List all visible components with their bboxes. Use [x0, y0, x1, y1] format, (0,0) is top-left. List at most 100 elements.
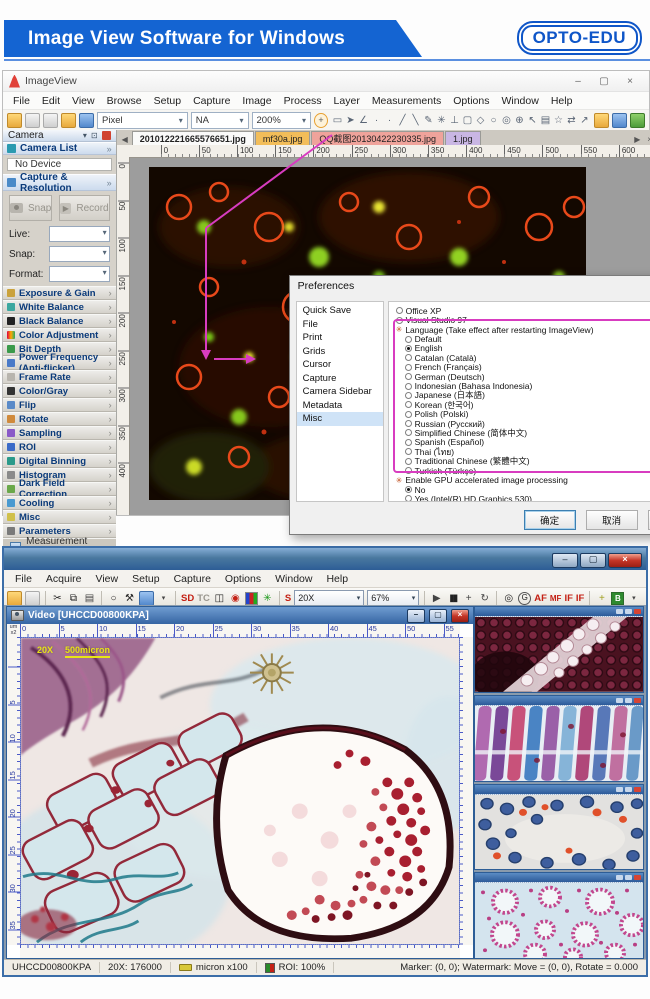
save-icon[interactable]: [25, 113, 40, 128]
sidebar-section-header[interactable]: Frame Rate: [3, 370, 116, 384]
tool-icon[interactable]: ◇: [474, 115, 487, 126]
maximize-icon[interactable]: ▢: [591, 76, 617, 87]
sidebar-section-header[interactable]: Sampling: [3, 426, 116, 440]
tool-icon[interactable]: ⊕: [513, 115, 526, 126]
close-icon[interactable]: ×: [617, 76, 643, 87]
tool-icon[interactable]: ▢: [461, 115, 474, 126]
close-icon[interactable]: ×: [608, 552, 642, 568]
thumbnail-image-fibers[interactable]: [475, 704, 643, 781]
gps-icon[interactable]: G: [518, 591, 532, 605]
panel-close-icon[interactable]: [101, 131, 111, 140]
video-viewport[interactable]: 20X 500micron: [20, 637, 460, 945]
gpu-radio-row[interactable]: Yes (Intel(R) HD Graphics 530): [396, 494, 650, 501]
menu-item[interactable]: Browse: [101, 95, 148, 107]
menu-item[interactable]: View: [66, 95, 101, 107]
language-radio-row[interactable]: German (Deutsch): [396, 372, 650, 382]
tool-icon[interactable]: ○: [487, 115, 500, 126]
style-radio-row[interactable]: Office XP: [395, 306, 650, 316]
color-select-icon[interactable]: [244, 591, 258, 605]
tab-prev-icon[interactable]: ◀: [119, 135, 131, 145]
video-titlebar[interactable]: Video [UHCCD00800KPA] – ▢ ×: [7, 607, 473, 624]
sidebar-section-header[interactable]: Rotate: [3, 412, 116, 426]
tab-next-icon[interactable]: ▶: [631, 135, 643, 145]
preferences-nav-item[interactable]: Camera Sidebar: [297, 385, 383, 399]
no-device-item[interactable]: No Device: [7, 158, 112, 171]
camera-list-header[interactable]: Camera List: [3, 142, 116, 155]
preferences-titlebar[interactable]: Preferences ×: [290, 276, 650, 296]
sidebar-section-header[interactable]: Color/Gray: [3, 384, 116, 398]
mf-button[interactable]: MF: [550, 594, 562, 603]
maximize-icon[interactable]: [625, 697, 632, 703]
preferences-nav-item[interactable]: Capture: [297, 372, 383, 386]
batch-icon[interactable]: B: [611, 591, 625, 605]
export-icon[interactable]: [612, 113, 627, 128]
sidebar-section-header[interactable]: Misc: [3, 510, 116, 524]
menu-item[interactable]: Setup: [125, 573, 166, 585]
language-radio-row[interactable]: Polish (Polski): [396, 409, 650, 419]
menu-item[interactable]: Acquire: [39, 573, 89, 585]
maximize-icon[interactable]: ▢: [429, 608, 447, 623]
tool-icon[interactable]: ➤: [344, 115, 357, 126]
tool-icon[interactable]: ✳: [435, 115, 448, 126]
language-radio-row[interactable]: Default: [396, 334, 650, 344]
preferences-nav-item[interactable]: Metadata: [297, 399, 383, 413]
menu-item[interactable]: Layer: [328, 95, 366, 107]
snap-resolution-select[interactable]: [49, 246, 110, 262]
menu-item[interactable]: Options: [218, 573, 268, 585]
tool-icon[interactable]: ·: [383, 115, 396, 126]
cut-icon[interactable]: ✂: [51, 593, 64, 604]
minimize-icon[interactable]: –: [407, 608, 425, 623]
tools-icon[interactable]: ⚒: [123, 593, 136, 604]
capture-titlebar[interactable]: – ▢ ×: [4, 548, 646, 570]
tool-icon[interactable]: ↖: [526, 115, 539, 126]
language-radio-row[interactable]: Turkish (Türkçe): [396, 466, 650, 476]
sidebar-section-header[interactable]: Digital Binning: [3, 454, 116, 468]
thumbnail-image-cells[interactable]: [475, 793, 643, 870]
tab-close-icon[interactable]: ×: [644, 135, 650, 145]
format-select[interactable]: [49, 266, 110, 282]
menu-item[interactable]: Help: [545, 95, 579, 107]
open-icon[interactable]: [7, 113, 22, 128]
language-radio-row[interactable]: Korean (한국어): [396, 400, 650, 410]
preferences-nav-item[interactable]: Quick Save: [297, 304, 383, 318]
menu-item[interactable]: Window: [268, 573, 319, 585]
thumbnail-titlebar[interactable]: [475, 695, 643, 705]
language-radio-row[interactable]: Catalan (Català): [396, 353, 650, 363]
tool-icon[interactable]: ▭: [331, 115, 344, 126]
objective-select[interactable]: NA ▾: [190, 112, 249, 129]
copy-icon[interactable]: ⧉: [67, 593, 80, 604]
language-radio-row[interactable]: Traditional Chinese (繁體中文): [396, 456, 650, 466]
tool-icon[interactable]: ↗: [578, 115, 591, 126]
image-tab[interactable]: 1.jpg: [444, 131, 481, 145]
sidebar-section-header[interactable]: White Balance: [3, 300, 116, 314]
save-icon[interactable]: [25, 590, 40, 606]
zoom-select[interactable]: 67% ▾: [367, 590, 420, 606]
thumbnail-image-stem[interactable]: [475, 616, 643, 692]
minimize-icon[interactable]: [616, 875, 623, 881]
minimize-icon[interactable]: –: [565, 76, 591, 87]
preferences-nav-item[interactable]: Cursor: [297, 358, 383, 372]
style-radio-row[interactable]: Visual Studio 97: [395, 315, 650, 325]
align-icon[interactable]: +: [595, 593, 608, 604]
imageview-titlebar[interactable]: ImageView – ▢ ×: [3, 71, 649, 92]
close-icon[interactable]: [634, 609, 641, 614]
menu-item[interactable]: Capture: [187, 95, 236, 107]
if-button[interactable]: IF: [564, 593, 572, 604]
gpu-radio-row[interactable]: No: [396, 485, 650, 495]
chevron-down-icon[interactable]: ▾: [627, 594, 640, 602]
move-icon[interactable]: +: [462, 593, 475, 604]
tool-icon[interactable]: ·: [370, 115, 383, 126]
layers-icon[interactable]: [594, 113, 609, 128]
tool-icon[interactable]: ▤: [539, 115, 552, 126]
menu-item[interactable]: Options: [447, 95, 495, 107]
thumbnail-window[interactable]: [474, 783, 644, 871]
preferences-nav-item[interactable]: Print: [297, 331, 383, 345]
af-button[interactable]: AF: [534, 593, 547, 604]
image-tab[interactable]: mf30a.jpg: [254, 131, 311, 145]
chevron-down-icon[interactable]: ▾: [157, 594, 170, 602]
save-all-icon[interactable]: [43, 113, 58, 128]
language-radio-row[interactable]: French (Français): [396, 362, 650, 372]
sidebar-section-header[interactable]: Cooling: [3, 496, 116, 510]
if2-button[interactable]: IF: [576, 593, 584, 604]
menu-item[interactable]: Edit: [36, 95, 66, 107]
